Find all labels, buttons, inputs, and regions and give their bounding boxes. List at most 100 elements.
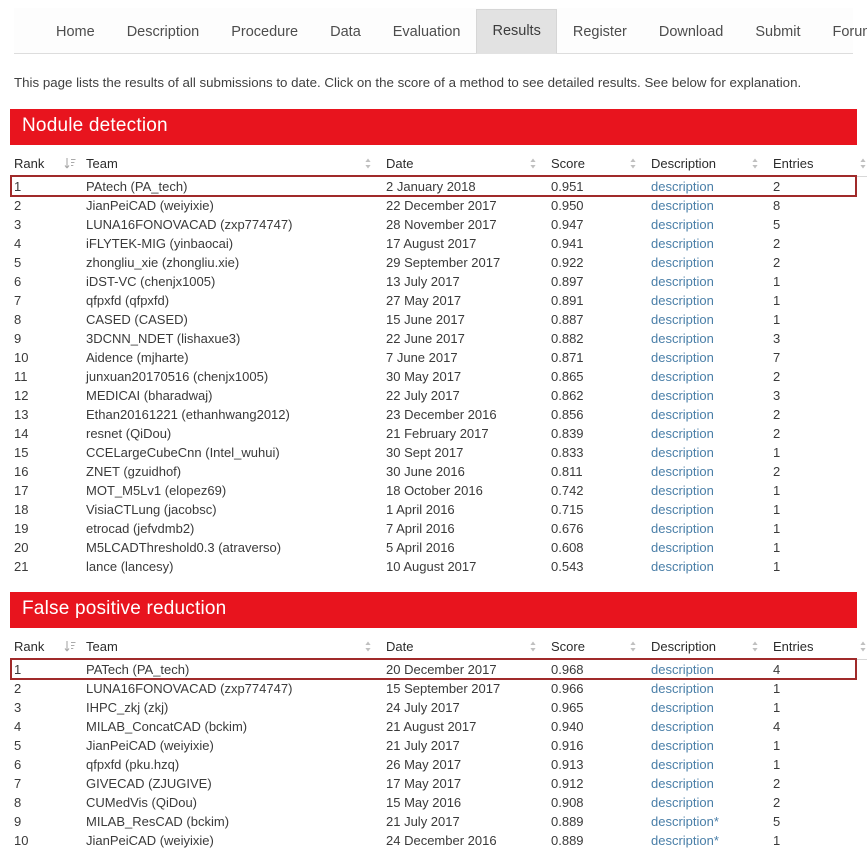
cell-description[interactable]: description [647, 215, 769, 234]
cell-score[interactable]: 0.912 [547, 774, 647, 793]
description-link[interactable]: description [651, 540, 714, 555]
description-link[interactable]: description [651, 719, 714, 734]
description-link[interactable]: description [651, 407, 714, 422]
sort-toggle-icon[interactable] [751, 157, 763, 170]
column-header-team[interactable]: Team [82, 154, 382, 177]
description-link[interactable]: description [651, 198, 714, 213]
cell-score[interactable]: 0.887 [547, 310, 647, 329]
sort-toggle-icon[interactable] [859, 157, 867, 170]
cell-score[interactable]: 0.872 [547, 850, 647, 854]
description-link[interactable]: description* [651, 833, 719, 848]
cell-score[interactable]: 0.966 [547, 679, 647, 698]
cell-score[interactable]: 0.676 [547, 519, 647, 538]
cell-score[interactable]: 0.742 [547, 481, 647, 500]
description-link[interactable]: description [651, 662, 714, 677]
cell-description[interactable]: description [647, 367, 769, 386]
cell-score[interactable]: 0.608 [547, 538, 647, 557]
description-link[interactable]: description [651, 795, 714, 810]
sort-toggle-icon[interactable] [529, 157, 541, 170]
column-header-date[interactable]: Date [382, 637, 547, 660]
column-header-description[interactable]: Description [647, 637, 769, 660]
column-header-entries[interactable]: Entries [769, 154, 867, 177]
sort-toggle-icon[interactable] [364, 640, 376, 653]
cell-description[interactable]: description [647, 386, 769, 405]
cell-score[interactable]: 0.916 [547, 736, 647, 755]
description-link[interactable]: description [651, 312, 714, 327]
cell-description[interactable]: description [647, 679, 769, 698]
cell-score[interactable]: 0.897 [547, 272, 647, 291]
description-link[interactable]: description* [651, 814, 719, 829]
description-link[interactable]: description [651, 757, 714, 772]
column-header-description[interactable]: Description [647, 154, 769, 177]
cell-score[interactable]: 0.715 [547, 500, 647, 519]
cell-description[interactable]: description [647, 443, 769, 462]
tab-description[interactable]: Description [111, 9, 216, 54]
tab-home[interactable]: Home [40, 9, 111, 54]
cell-description[interactable]: description [647, 405, 769, 424]
sort-toggle-icon[interactable] [859, 640, 867, 653]
cell-description[interactable]: description [647, 736, 769, 755]
cell-score[interactable]: 0.950 [547, 196, 647, 215]
cell-description[interactable]: description [647, 310, 769, 329]
description-link[interactable]: description [651, 776, 714, 791]
cell-score[interactable]: 0.865 [547, 367, 647, 386]
sort-toggle-icon[interactable] [751, 640, 763, 653]
description-link[interactable]: description [651, 681, 714, 696]
description-link[interactable]: description [651, 738, 714, 753]
cell-description[interactable]: description [647, 253, 769, 272]
cell-description[interactable]: description [647, 500, 769, 519]
description-link[interactable]: description [651, 293, 714, 308]
description-link[interactable]: description [651, 521, 714, 536]
cell-score[interactable]: 0.922 [547, 253, 647, 272]
description-link[interactable]: description [651, 559, 714, 574]
description-link[interactable]: description [651, 388, 714, 403]
cell-score[interactable]: 0.862 [547, 386, 647, 405]
cell-score[interactable]: 0.543 [547, 557, 647, 576]
sort-toggle-icon[interactable] [529, 640, 541, 653]
description-link[interactable]: description [651, 700, 714, 715]
tab-download[interactable]: Download [643, 9, 740, 54]
cell-description[interactable]: description [647, 424, 769, 443]
sort-toggle-icon[interactable] [629, 157, 641, 170]
cell-description[interactable]: description* [647, 812, 769, 831]
description-link[interactable]: description [651, 426, 714, 441]
cell-description[interactable]: description [647, 234, 769, 253]
cell-description[interactable]: description [647, 557, 769, 576]
cell-score[interactable]: 0.889 [547, 831, 647, 850]
description-link[interactable]: description [651, 236, 714, 251]
column-header-score[interactable]: Score [547, 154, 647, 177]
cell-score[interactable]: 0.839 [547, 424, 647, 443]
sort-descending-icon[interactable] [64, 157, 76, 170]
cell-score[interactable]: 0.908 [547, 793, 647, 812]
description-link[interactable]: description [651, 274, 714, 289]
cell-description[interactable]: description [647, 272, 769, 291]
description-link[interactable]: description [651, 502, 714, 517]
description-link[interactable]: description [651, 464, 714, 479]
cell-description[interactable]: description [647, 850, 769, 854]
sort-descending-icon[interactable] [64, 640, 76, 653]
cell-score[interactable]: 0.882 [547, 329, 647, 348]
column-header-rank[interactable]: Rank [10, 637, 82, 660]
description-link[interactable]: description [651, 445, 714, 460]
cell-description[interactable]: description [647, 755, 769, 774]
cell-score[interactable]: 0.811 [547, 462, 647, 481]
tab-submit[interactable]: Submit [739, 9, 816, 54]
cell-description[interactable]: description [647, 196, 769, 215]
cell-description[interactable]: description [647, 176, 769, 196]
description-link[interactable]: description [651, 369, 714, 384]
cell-description[interactable]: description [647, 793, 769, 812]
cell-description[interactable]: description [647, 659, 769, 679]
cell-score[interactable]: 0.968 [547, 659, 647, 679]
cell-description[interactable]: description [647, 717, 769, 736]
sort-toggle-icon[interactable] [629, 640, 641, 653]
cell-description[interactable]: description [647, 348, 769, 367]
cell-score[interactable]: 0.947 [547, 215, 647, 234]
cell-description[interactable]: description [647, 462, 769, 481]
column-header-date[interactable]: Date [382, 154, 547, 177]
cell-score[interactable]: 0.871 [547, 348, 647, 367]
column-header-entries[interactable]: Entries [769, 637, 867, 660]
cell-score[interactable]: 0.913 [547, 755, 647, 774]
tab-forum[interactable]: Forum [816, 9, 867, 54]
cell-description[interactable]: description [647, 538, 769, 557]
cell-score[interactable]: 0.951 [547, 176, 647, 196]
